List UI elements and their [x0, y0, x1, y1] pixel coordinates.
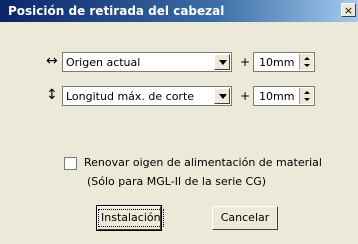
install-button[interactable]: Instalación — [96, 205, 164, 231]
spin-down-icon[interactable] — [300, 62, 313, 70]
offset-spinner-2-value: 10mm — [259, 90, 295, 103]
install-button-label: Instalación — [98, 209, 164, 227]
offset-spinner-2[interactable]: 10mm — [253, 86, 315, 106]
close-icon: × — [343, 4, 354, 17]
title-bar[interactable]: Posición de retirada del cabezal × — [0, 0, 358, 22]
renew-feed-label: Renovar oigen de alimentación de materia… — [84, 156, 322, 169]
cancel-button-label: Cancelar — [220, 211, 270, 224]
spin-up-icon[interactable] — [300, 88, 313, 96]
chevron-down-icon[interactable] — [214, 88, 230, 104]
offset-spinner-1-value: 10mm — [259, 56, 295, 69]
offset-spinner-1[interactable]: 10mm — [253, 52, 315, 72]
close-button[interactable]: × — [341, 3, 356, 17]
cancel-button[interactable]: Cancelar — [212, 206, 278, 230]
spin-down-icon[interactable] — [300, 96, 313, 104]
plus-sign: + — [240, 89, 251, 103]
length-select[interactable]: Longitud máx. de corte — [62, 86, 232, 106]
window-title: Posición de retirada del cabezal — [8, 4, 225, 18]
chevron-down-icon[interactable] — [214, 54, 230, 70]
spin-up-icon[interactable] — [300, 54, 313, 62]
model-note: (Sólo para MGL-II de la serie CG) — [87, 175, 267, 188]
spinner-buttons — [299, 88, 313, 104]
length-select-value: Longitud máx. de corte — [66, 90, 195, 103]
renew-feed-checkbox[interactable] — [64, 157, 77, 170]
origin-select[interactable]: Origen actual — [62, 52, 232, 72]
dialog-window: Posición de retirada del cabezal × ↔ Ori… — [0, 0, 358, 244]
plus-sign: + — [240, 55, 251, 69]
origin-select-value: Origen actual — [66, 56, 141, 69]
spinner-buttons — [299, 54, 313, 70]
horizontal-arrow-icon: ↔ — [46, 53, 58, 69]
vertical-arrow-icon: ↕ — [46, 87, 58, 103]
